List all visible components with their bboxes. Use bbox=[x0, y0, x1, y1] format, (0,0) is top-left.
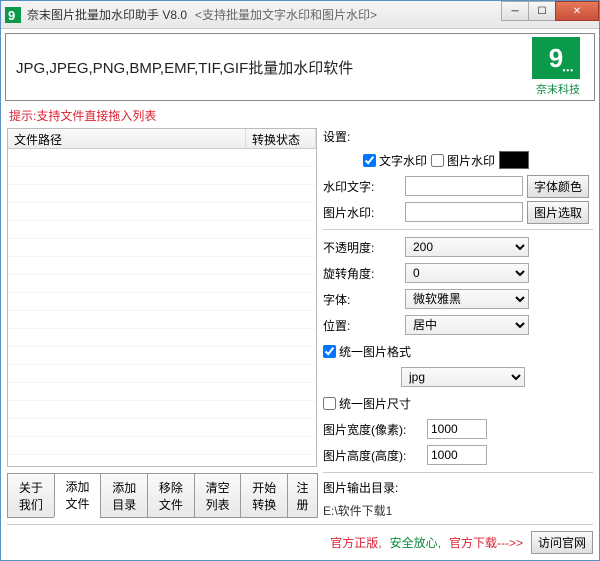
start-button[interactable]: 开始转换 bbox=[240, 473, 288, 518]
wm-image-input[interactable] bbox=[405, 202, 523, 222]
position-select[interactable]: 居中 bbox=[405, 315, 529, 335]
width-input[interactable] bbox=[427, 419, 487, 439]
wm-text-input[interactable] bbox=[405, 176, 523, 196]
output-label: 图片输出目录: bbox=[323, 479, 593, 496]
width-label: 图片宽度(像素): bbox=[323, 421, 423, 438]
brand-logo: 9••• 奈末科技 bbox=[532, 37, 584, 97]
register-button[interactable]: 注册 bbox=[287, 473, 318, 518]
about-button[interactable]: 关于我们 bbox=[7, 473, 55, 518]
footer: 官方正版, 安全放心, 官方下载--->> 访问官网 bbox=[7, 524, 593, 554]
window-subtitle: <支持批量加文字水印和图片水印> bbox=[195, 6, 377, 23]
opacity-select[interactable]: 200 bbox=[405, 237, 529, 257]
output-path: E:\软件下载1 bbox=[323, 500, 593, 518]
rotate-select[interactable]: 0 bbox=[405, 263, 529, 283]
hint-text: 提示:支持文件直接拖入列表 bbox=[9, 107, 591, 124]
file-table[interactable]: 文件路径 转换状态 bbox=[7, 128, 317, 467]
table-body[interactable] bbox=[8, 149, 316, 466]
maximize-button[interactable]: ☐ bbox=[528, 1, 556, 21]
color-swatch bbox=[499, 151, 529, 169]
position-label: 位置: bbox=[323, 317, 401, 334]
opacity-label: 不透明度: bbox=[323, 239, 401, 256]
heading-text: JPG,JPEG,PNG,BMP,EMF,TIF,GIF批量加水印软件 bbox=[16, 57, 353, 78]
col-path[interactable]: 文件路径 bbox=[8, 129, 246, 148]
height-input[interactable] bbox=[427, 445, 487, 465]
font-label: 字体: bbox=[323, 291, 401, 308]
rotate-label: 旋转角度: bbox=[323, 265, 401, 282]
add-dir-button[interactable]: 添加目录 bbox=[100, 473, 148, 518]
remove-button[interactable]: 移除文件 bbox=[147, 473, 195, 518]
height-label: 图片高度(高度): bbox=[323, 447, 423, 464]
font-select[interactable]: 微软雅黑 bbox=[405, 289, 529, 309]
titlebar: 9 奈末图片批量加水印助手 V8.0 <支持批量加文字水印和图片水印> ─ ☐ … bbox=[1, 1, 599, 29]
wm-image-label: 图片水印: bbox=[323, 204, 401, 221]
font-color-button[interactable]: 字体颜色 bbox=[527, 175, 589, 198]
text-watermark-checkbox[interactable]: 文字水印 bbox=[363, 152, 427, 169]
unify-size-checkbox[interactable]: 统一图片尺寸 bbox=[323, 395, 411, 412]
add-file-button[interactable]: 添加文件 bbox=[54, 473, 102, 518]
svg-text:9: 9 bbox=[8, 8, 15, 23]
pick-image-button[interactable]: 图片选取 bbox=[527, 201, 589, 224]
format-select[interactable]: jpg bbox=[401, 367, 525, 387]
settings-label: 设置: bbox=[323, 128, 593, 145]
col-status[interactable]: 转换状态 bbox=[246, 129, 316, 148]
clear-button[interactable]: 清空列表 bbox=[194, 473, 242, 518]
close-button[interactable]: ✕ bbox=[555, 1, 599, 21]
app-icon: 9 bbox=[5, 7, 21, 23]
window-title: 奈末图片批量加水印助手 V8.0 bbox=[27, 6, 187, 23]
header: JPG,JPEG,PNG,BMP,EMF,TIF,GIF批量加水印软件 9•••… bbox=[5, 33, 595, 101]
unify-format-checkbox[interactable]: 统一图片格式 bbox=[323, 343, 411, 360]
wm-text-label: 水印文字: bbox=[323, 178, 401, 195]
visit-site-button[interactable]: 访问官网 bbox=[531, 531, 593, 554]
minimize-button[interactable]: ─ bbox=[501, 1, 529, 21]
image-watermark-checkbox[interactable]: 图片水印 bbox=[431, 152, 495, 169]
